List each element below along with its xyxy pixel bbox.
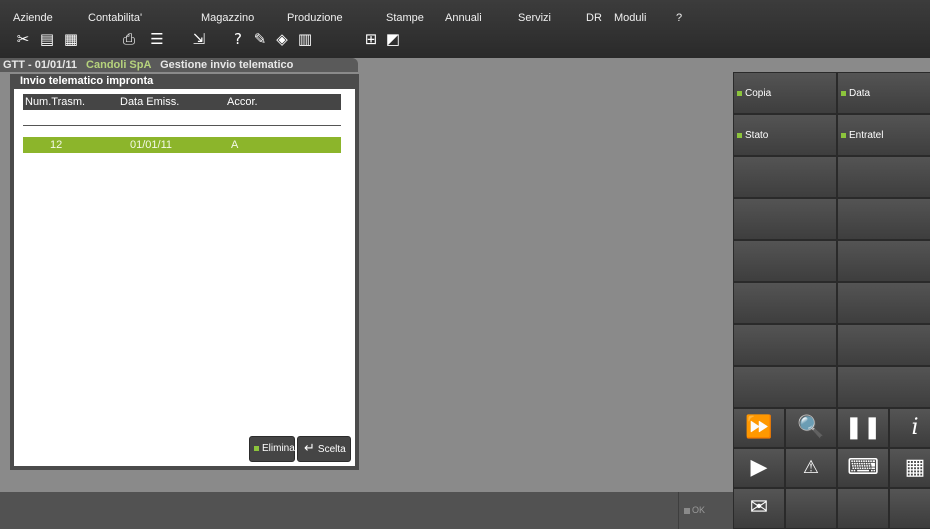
empty-key[interactable] — [837, 366, 930, 408]
document-search-icon[interactable]: 🔍 — [785, 408, 837, 448]
menu-annuali[interactable]: Annuali — [445, 12, 482, 24]
led-icon — [841, 90, 846, 96]
exit-icon[interactable]: ⇲ — [190, 30, 208, 48]
expand-icon[interactable]: ⊞ — [362, 30, 380, 48]
cell-accor: A — [231, 139, 239, 151]
menu-help[interactable]: ? — [676, 12, 682, 24]
empty-key[interactable] — [837, 324, 930, 366]
cell-data-emiss: 01/01/11 — [130, 139, 173, 151]
menu-servizi[interactable]: Servizi — [518, 12, 551, 24]
dialog-window: Invio telematico impronta Num.Trasm. Dat… — [10, 74, 359, 470]
message-icon[interactable]: ✉ — [733, 488, 785, 529]
menu-stampe[interactable]: Stampe — [386, 12, 424, 24]
empty-key[interactable] — [837, 240, 930, 282]
led-icon — [737, 90, 742, 96]
delete-button[interactable]: Elimina — [249, 436, 295, 462]
module-breadcrumb: GTT - 01/01/11 Candoli SpA Gestione invi… — [0, 58, 358, 72]
toolbar: ✂ ▤ ▦ ⎙ ☰ ⇲ ? ✎ ◈ ▥ ⊞ ◩ — [14, 30, 434, 50]
empty-key[interactable] — [837, 156, 930, 198]
box-icon[interactable]: ◈ — [273, 30, 291, 48]
ok-button[interactable]: OK — [678, 492, 733, 529]
empty-key[interactable] — [889, 488, 930, 529]
info-icon[interactable]: i — [889, 408, 930, 448]
led-icon — [737, 132, 742, 138]
select-button-label: Scelta — [317, 444, 346, 455]
warning-icon[interactable]: ⚠ — [785, 448, 837, 488]
empty-key[interactable] — [733, 366, 837, 408]
grid-icon[interactable]: ▦ — [889, 448, 930, 488]
empty-key[interactable] — [837, 488, 889, 529]
calculator-icon[interactable]: ▥ — [296, 30, 314, 48]
empty-key[interactable] — [733, 282, 837, 324]
top-menu-bar: Aziende Contabilita' Magazzino Produzion… — [0, 0, 930, 58]
copy-label: Copia — [745, 88, 772, 99]
entratel-label: Entratel — [849, 130, 884, 141]
led-icon — [684, 507, 690, 514]
menu-contabilita[interactable]: Contabilita' — [88, 12, 142, 24]
empty-key[interactable] — [733, 240, 837, 282]
keyboard-icon[interactable]: ⌨ — [837, 448, 889, 488]
paste-icon[interactable]: ▦ — [62, 30, 80, 48]
date-label: Data — [849, 88, 871, 99]
pause-icon[interactable]: ❚❚ — [837, 408, 889, 448]
led-icon — [841, 132, 846, 138]
menu-produzione[interactable]: Produzione — [287, 12, 343, 24]
enter-icon: ↵ — [304, 441, 315, 456]
notes-icon[interactable]: ✎ — [251, 30, 269, 48]
fast-forward-icon[interactable]: ⏩ — [733, 408, 785, 448]
stack-icon[interactable]: ☰ — [148, 30, 166, 48]
ok-button-label: OK — [692, 505, 706, 515]
document-icon[interactable]: ▤ — [38, 30, 56, 48]
table-row[interactable]: 12 01/01/11 A — [23, 137, 341, 153]
play-icon[interactable]: ▶ — [733, 448, 785, 488]
date-button[interactable]: Data — [837, 72, 930, 114]
table-header: Num.Trasm. Data Emiss. Accor. — [23, 94, 341, 110]
copy-button[interactable]: Copia — [733, 72, 837, 114]
column-accor[interactable]: Accor. — [227, 94, 258, 110]
breadcrumb-code: GTT - 01/01/11 — [3, 59, 77, 71]
window-icon[interactable]: ◩ — [384, 30, 402, 48]
function-key-panel: Copia Data Stato Entratel ⏩ 🔍 ❚❚ i ▶ ⚠ ⌨… — [733, 72, 930, 529]
cell-num-trasm: 12 — [50, 139, 63, 151]
led-icon — [254, 445, 259, 451]
menu-magazzino[interactable]: Magazzino — [201, 12, 254, 24]
dialog-title: Invio telematico impronta — [10, 74, 359, 89]
main-menu: Aziende Contabilita' Magazzino Produzion… — [0, 12, 700, 26]
status-bar: OK — [0, 492, 733, 529]
print-icon[interactable]: ⎙ — [120, 30, 138, 48]
menu-dr[interactable]: DR — [586, 12, 602, 24]
empty-key[interactable] — [837, 198, 930, 240]
empty-key[interactable] — [733, 324, 837, 366]
empty-key[interactable] — [785, 488, 837, 529]
delete-button-label: Elimina — [262, 443, 295, 454]
status-button[interactable]: Stato — [733, 114, 837, 156]
column-num-trasm[interactable]: Num.Trasm. — [25, 94, 85, 110]
breadcrumb-module: Gestione invio telematico — [160, 59, 294, 71]
menu-moduli[interactable]: Moduli — [614, 12, 646, 24]
help-icon[interactable]: ? — [229, 30, 247, 48]
scissors-icon[interactable]: ✂ — [14, 30, 32, 48]
select-button[interactable]: ↵ Scelta — [297, 436, 351, 462]
menu-aziende[interactable]: Aziende — [13, 12, 53, 24]
status-label: Stato — [745, 130, 769, 141]
divider — [23, 125, 341, 126]
entratel-button[interactable]: Entratel — [837, 114, 930, 156]
column-data-emiss[interactable]: Data Emiss. — [120, 94, 179, 110]
breadcrumb-company: Candoli SpA — [86, 59, 152, 71]
empty-key[interactable] — [733, 198, 837, 240]
empty-key[interactable] — [837, 282, 930, 324]
empty-key[interactable] — [733, 156, 837, 198]
